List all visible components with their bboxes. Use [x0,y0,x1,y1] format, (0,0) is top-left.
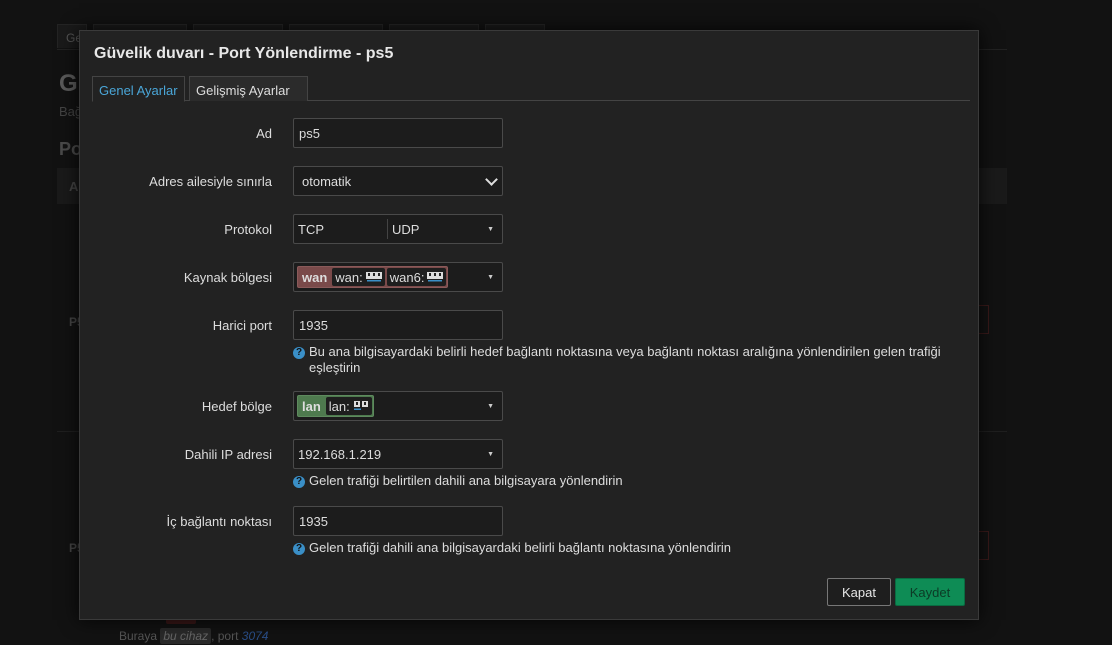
background-row-button [978,305,989,334]
help-text: Bu ana bilgisayardaki belirli hedef bağl… [309,344,941,359]
help-text: Gelen trafiği dahili ana bilgisayardaki … [309,540,732,555]
external-port-help: ? Bu ana bilgisayardaki belirli hedef bağ… [293,344,953,376]
zone-name: wan [302,269,328,285]
destination-zone-select[interactable]: lan lan: ▼ [293,391,503,421]
external-port-input[interactable]: 1935 [293,310,503,340]
tab-advanced-settings[interactable]: Gelişmiş Ayarlar [189,76,308,101]
question-circle-icon: ? [293,347,305,359]
dialog-tabs: Genel Ayarlar Gelişmiş Ayarlar [92,76,970,102]
device-label: wan6: [389,269,425,285]
ethernet-port-icon [427,272,444,282]
ethernet-port-icon [353,401,368,410]
internal-port-input[interactable]: 1935 [293,506,503,536]
name-label: Ad [256,126,272,141]
background-title: G [59,70,78,97]
zone-name: lan [302,398,321,414]
tab-general-settings[interactable]: Genel Ayarlar [92,76,185,102]
destination-zone-label: Hedef bölge [201,399,272,414]
device-label: wan: [335,269,363,285]
footer-device-chip: bu cihaz [160,628,212,644]
internal-port-label: İç bağlantı noktası [166,514,272,529]
footer-prefix: Buraya [119,629,158,643]
help-text-continued: eşleştirin [309,360,361,375]
internal-port-help: ? Gelen trafiği dahili ana bilgisayardaki… [293,540,953,556]
internal-ip-label: Dahili IP adresi [184,447,272,462]
dialog-title: Güvelik duvarı - Port Yönlendirme - ps5 [94,45,394,62]
internal-ip-value: 192.168.1.219 [298,447,382,462]
protocol-multiselect[interactable]: TCP UDP ▼ [293,214,503,244]
protocol-divider [387,219,388,239]
source-zone-select[interactable]: wan wan: wan6: ▼ [293,262,503,292]
help-text: Gelen trafiği belirtilen dahili ana bilg… [309,473,623,488]
port-forward-dialog: Güvelik duvarı - Port Yönlendirme - ps5 … [79,30,979,620]
zone-device: wan6: [386,268,447,286]
family-label: Adres ailesiyle sınırla [149,174,272,189]
chevron-down-icon [485,173,498,186]
zone-device: lan: [325,397,372,415]
background-row-button [978,531,989,560]
protocol-label: Protokol [224,222,272,237]
zone-device: wan: [332,268,385,286]
caret-down-icon: ▼ [487,403,494,410]
question-circle-icon: ? [293,476,305,488]
external-port-label: Harici port [212,318,272,333]
save-button[interactable]: Kaydet [895,578,965,606]
internal-ip-combobox[interactable]: 192.168.1.219 ▼ [293,439,503,469]
family-select-value: otomatik [302,174,352,189]
device-label: lan: [328,398,350,414]
caret-down-icon: ▼ [487,226,494,233]
ethernet-port-icon [365,272,382,282]
protocol-value-tcp: TCP [298,222,324,237]
question-circle-icon: ? [293,543,305,555]
internal-ip-help: ? Gelen trafiği belirtilen dahili ana bil… [293,473,953,489]
family-select[interactable]: otomatik [293,166,503,196]
name-input[interactable]: ps5 [293,118,503,148]
caret-down-icon: ▼ [487,451,494,458]
zone-badge-wan: wan wan: wan6: [297,266,449,288]
footer-port: 3074 [241,629,269,643]
source-zone-label: Kaynak bölgesi [183,270,272,285]
close-button[interactable]: Kapat [827,578,891,606]
zone-badge-lan: lan lan: [297,395,374,417]
footer-mid: , port [211,629,239,643]
protocol-value-udp: UDP [392,222,420,237]
caret-down-icon: ▼ [487,274,494,281]
background-footer-text: Buraya bu cihaz, port 3074 [119,628,269,644]
